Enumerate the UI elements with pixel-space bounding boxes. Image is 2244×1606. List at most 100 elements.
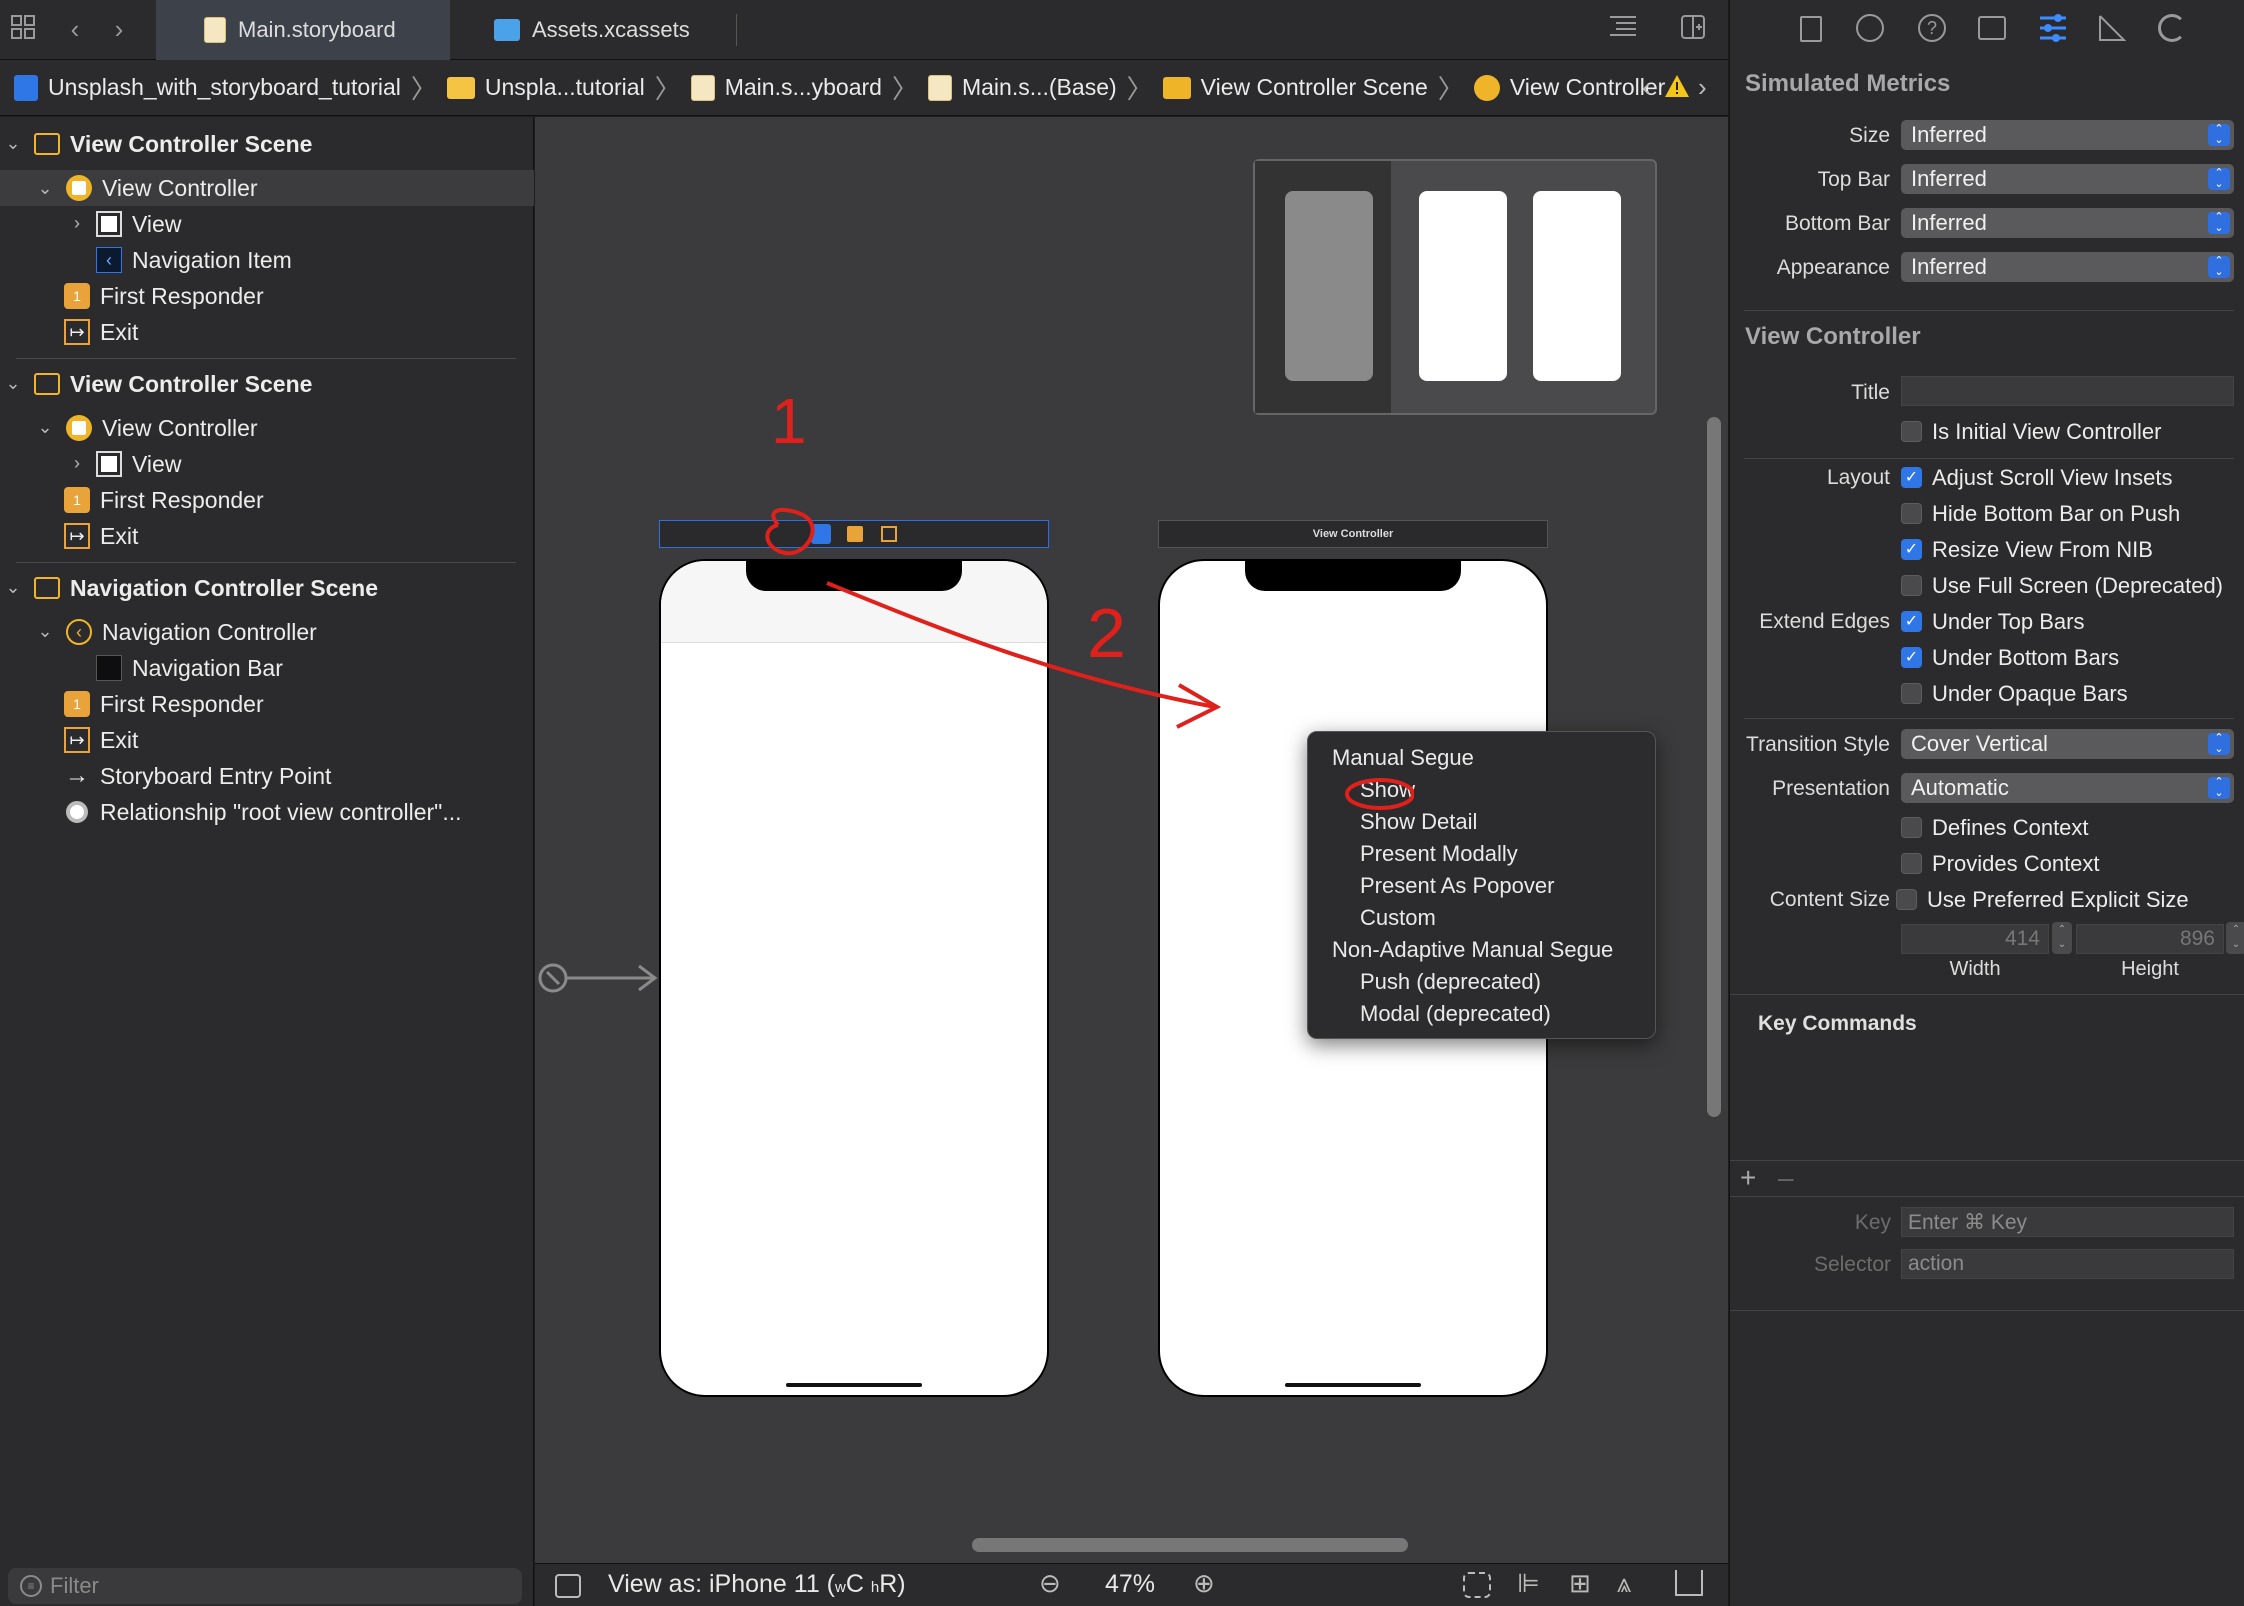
identity-icon[interactable] [1978, 16, 2006, 40]
tab-assets[interactable]: Assets.xcassets [494, 0, 734, 60]
key-field[interactable]: Enter ⌘ Key [1901, 1207, 2234, 1237]
outline-view[interactable]: View [96, 207, 181, 241]
title-field[interactable] [1901, 376, 2234, 406]
breadcrumb-scene[interactable]: View Controller Scene [1162, 74, 1428, 101]
file-icon[interactable] [1800, 16, 1822, 42]
outline-first-responder[interactable]: 1 First Responder [64, 687, 264, 721]
outline-scene-3[interactable]: Navigation Controller Scene [34, 571, 378, 605]
resolve-issues-icon[interactable]: ⩓ [1617, 1568, 1632, 1600]
warning-icon[interactable] [1664, 74, 1690, 104]
outline-view[interactable]: View [96, 447, 181, 481]
chevron-right-icon: 〉 [654, 74, 681, 104]
breadcrumb-storyboard[interactable]: Main.s...yboard [690, 74, 882, 101]
outline-exit[interactable]: ↦ Exit [64, 519, 138, 553]
document-outline: ⌄ View Controller Scene ⌄ View Controlle… [0, 117, 534, 1606]
under-bottom-bars-checkbox[interactable]: ✓ [1901, 647, 1922, 668]
plus-icon[interactable]: + [1740, 1162, 1756, 1194]
align-icon[interactable]: ⊫ [1517, 1568, 1540, 1599]
update-frames-icon[interactable] [1463, 1572, 1491, 1598]
size-popup[interactable]: Inferred ⌃ ⌄ [1901, 120, 2234, 150]
outline-entry-point[interactable]: → Storyboard Entry Point [64, 759, 331, 793]
embed-icon[interactable] [1675, 1570, 1703, 1596]
breadcrumb-project[interactable]: Unsplash_with_storyboard_tutorial [14, 74, 401, 101]
outline-scene-2[interactable]: View Controller Scene [34, 367, 312, 401]
help-icon[interactable]: ? [1918, 14, 1946, 42]
chevron-right-icon[interactable]: › [1698, 72, 1707, 103]
chevron-down-icon[interactable]: ⌄ [4, 374, 22, 392]
chevron-down-icon[interactable]: ⌄ [36, 179, 54, 197]
outline-view-controller[interactable]: View Controller [66, 411, 258, 445]
under-opaque-bars-checkbox[interactable] [1901, 683, 1922, 704]
transition-style-popup[interactable]: Cover Vertical ⌃ ⌄ [1901, 729, 2234, 759]
menu-item-present-popover[interactable]: Present As Popover [1360, 873, 1554, 899]
height-stepper[interactable]: ⌃ ⌄ [2226, 922, 2244, 954]
outline-navigation-bar[interactable]: Navigation Bar [96, 651, 283, 685]
outline-exit[interactable]: ↦ Exit [64, 315, 138, 349]
width-stepper[interactable]: ⌃ ⌄ [2052, 922, 2072, 954]
chevron-right-icon[interactable]: › [104, 14, 134, 44]
outline-exit[interactable]: ↦ Exit [64, 723, 138, 757]
outline-navigation-controller[interactable]: ‹ Navigation Controller [66, 615, 317, 649]
zoom-out-icon[interactable]: ⊖ [1039, 1568, 1061, 1599]
width-field[interactable]: 414 [1901, 924, 2049, 954]
minus-icon[interactable]: – [1778, 1162, 1794, 1194]
chevron-down-icon[interactable]: ⌄ [4, 578, 22, 596]
outline-first-responder[interactable]: 1 First Responder [64, 279, 264, 313]
divider [1730, 1196, 2244, 1197]
breadcrumb-view-controller[interactable]: View Controller [1473, 74, 1665, 101]
history-icon[interactable] [1856, 14, 1884, 42]
attributes-icon[interactable] [2038, 12, 2068, 49]
menu-item-modal[interactable]: Modal (deprecated) [1360, 1001, 1551, 1027]
menu-item-custom[interactable]: Custom [1360, 905, 1436, 931]
outline-scene-1[interactable]: View Controller Scene [34, 127, 312, 161]
chevron-down-icon[interactable]: ⌄ [4, 134, 22, 152]
selector-field[interactable]: action [1901, 1249, 2234, 1279]
presentation-popup[interactable]: Automatic ⌃ ⌄ [1901, 773, 2234, 803]
top-bar-popup[interactable]: Inferred ⌃ ⌄ [1901, 164, 2234, 194]
outline-navigation-item[interactable]: ‹ Navigation Item [96, 243, 292, 277]
outline-first-responder[interactable]: 1 First Responder [64, 483, 264, 517]
view-as-label: View as: iPhone 11 ( [608, 1570, 835, 1598]
outline-relationship[interactable]: Relationship "root view controller"... [64, 795, 462, 829]
chevron-down-icon[interactable]: ⌄ [36, 622, 54, 640]
grid-icon[interactable] [8, 14, 38, 44]
horizontal-scrollbar[interactable] [972, 1538, 1408, 1552]
provides-context-checkbox[interactable] [1901, 853, 1922, 874]
tab-main-storyboard[interactable]: Main.storyboard [156, 0, 450, 60]
connections-icon[interactable] [2158, 14, 2186, 42]
initial-vc-checkbox[interactable] [1901, 421, 1922, 442]
menu-item-present-modally[interactable]: Present Modally [1360, 841, 1518, 867]
defines-context-checkbox[interactable] [1901, 817, 1922, 838]
preferred-size-checkbox[interactable] [1896, 889, 1917, 910]
resize-nib-checkbox[interactable]: ✓ [1901, 539, 1922, 560]
outline-label: Relationship "root view controller"... [100, 798, 462, 825]
vertical-scrollbar[interactable] [1707, 417, 1721, 1117]
add-editor-icon[interactable] [1678, 14, 1708, 44]
hide-bottom-bar-checkbox[interactable] [1901, 503, 1922, 524]
menu-item-push[interactable]: Push (deprecated) [1360, 969, 1541, 995]
full-screen-checkbox[interactable] [1901, 575, 1922, 596]
add-constraints-icon[interactable]: ⊞ [1569, 1568, 1591, 1599]
tab-label: Main.storyboard [238, 17, 396, 42]
chevron-right-icon[interactable]: › [68, 454, 86, 472]
breadcrumb-storyboard-base[interactable]: Main.s...(Base) [927, 74, 1117, 101]
chevron-right-icon[interactable]: › [68, 214, 86, 232]
chevron-left-icon[interactable]: ‹ [1642, 72, 1651, 103]
size-icon[interactable] [2098, 14, 2127, 47]
outline-view-controller[interactable]: View Controller [66, 171, 258, 205]
lines-icon[interactable] [1608, 14, 1638, 44]
zoom-in-icon[interactable]: ⊕ [1193, 1568, 1215, 1599]
updown-icon: ⌃ ⌄ [2208, 256, 2230, 278]
filter-field[interactable]: ≡ Filter [8, 1568, 522, 1604]
adjust-insets-checkbox[interactable]: ✓ [1901, 467, 1922, 488]
chevron-left-icon[interactable]: ‹ [60, 14, 90, 44]
bottom-bar-popup[interactable]: Inferred ⌃ ⌄ [1901, 208, 2234, 238]
view-as-device[interactable]: View as: iPhone 11 (wC hR) [608, 1570, 906, 1599]
outline-label: View Controller [102, 414, 258, 441]
breadcrumb-folder[interactable]: Unspla...tutorial [446, 74, 645, 101]
height-field[interactable]: 896 [2076, 924, 2224, 954]
sidebar-toggle-icon[interactable] [555, 1574, 581, 1598]
appearance-popup[interactable]: Inferred ⌃ ⌄ [1901, 252, 2234, 282]
chevron-down-icon[interactable]: ⌄ [36, 418, 54, 436]
under-top-bars-checkbox[interactable]: ✓ [1901, 611, 1922, 632]
